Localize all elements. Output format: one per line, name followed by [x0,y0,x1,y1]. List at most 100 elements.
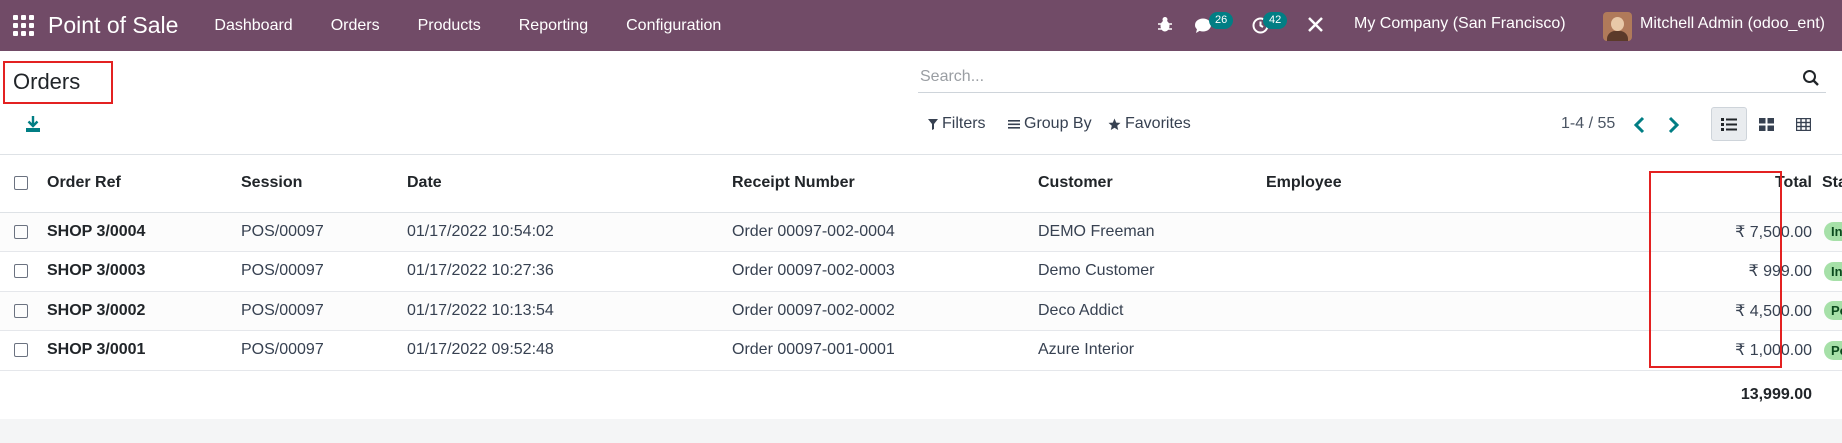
row-checkbox[interactable] [14,264,28,279]
header-status[interactable]: Status [1822,155,1842,213]
header-date[interactable]: Date [407,155,732,213]
totals-spacer [732,370,1038,419]
employee-cell[interactable] [1266,330,1659,371]
pivot-view-button[interactable] [1785,107,1821,141]
pager-previous-icon[interactable] [1631,115,1649,135]
row-checkbox[interactable] [14,303,28,318]
status-badge: Invoiced [1824,222,1842,242]
kanban-view-icon [1758,117,1774,131]
employee-cell[interactable] [1266,212,1659,252]
order-ref-cell[interactable]: SHOP 3/0003 [47,251,241,292]
totals-spacer [1266,370,1659,419]
date-cell[interactable]: 01/17/2022 10:54:02 [407,212,732,252]
row-checkbox[interactable] [14,343,28,358]
header-session[interactable]: Session [241,155,407,213]
status-badge: Posted [1824,301,1842,321]
total-cell[interactable]: ₹ 1,000.00 [1659,330,1822,371]
filters-button[interactable]: Filters [928,115,986,133]
menu-configuration[interactable]: Configuration [626,17,721,35]
group-by-button[interactable]: Group By [1008,115,1092,133]
receipt-cell[interactable]: Order 00097-002-0003 [732,251,1038,292]
menu-reporting[interactable]: Reporting [519,17,588,35]
app-brand[interactable]: Point of Sale [48,12,178,39]
session-cell[interactable]: POS/00097 [241,212,407,252]
table-row[interactable]: SHOP 3/0003 POS/00097 01/17/2022 10:27:3… [0,251,1842,292]
date-cell[interactable]: 01/17/2022 10:13:54 [407,291,732,331]
session-cell[interactable]: POS/00097 [241,251,407,292]
status-cell[interactable]: Invoiced [1822,212,1842,252]
list-view-button[interactable] [1711,107,1747,141]
totals-row: 13,999.00 [0,370,1842,419]
order-ref-cell[interactable]: SHOP 3/0004 [47,212,241,252]
order-ref-cell[interactable]: SHOP 3/0002 [47,291,241,331]
tools-icon[interactable] [1307,16,1324,33]
receipt-cell[interactable]: Order 00097-002-0004 [732,212,1038,252]
total-cell[interactable]: ₹ 4,500.00 [1659,291,1822,331]
receipt-cell[interactable]: Order 00097-001-0001 [732,330,1038,371]
status-cell[interactable]: Posted [1822,291,1842,331]
search-icon[interactable] [1802,69,1820,87]
row-select-cell[interactable] [0,251,47,292]
customer-cell[interactable]: Azure Interior [1038,330,1266,371]
table-row[interactable]: SHOP 3/0004 POS/00097 01/17/2022 10:54:0… [0,212,1842,252]
group-by-label: Group By [1024,115,1092,132]
control-panel: Orders Filters Group By Favorites 1-4 / … [0,51,1842,155]
table-row[interactable]: SHOP 3/0001 POS/00097 01/17/2022 09:52:4… [0,330,1842,371]
row-select-cell[interactable] [0,212,47,252]
menu-orders[interactable]: Orders [331,17,380,35]
select-all-cell[interactable] [0,155,47,213]
status-cell[interactable]: Invoiced [1822,251,1842,292]
header-customer[interactable]: Customer [1038,155,1266,213]
company-switcher[interactable]: My Company (San Francisco) [1354,15,1566,33]
search-input[interactable] [920,68,1780,86]
activities-count-badge: 42 [1263,12,1288,29]
table-view-icon [1795,117,1811,131]
user-menu[interactable]: Mitchell Admin (odoo_ent) [1640,15,1825,33]
pager-value[interactable]: 1-4 / 55 [1561,115,1615,133]
bug-icon[interactable] [1157,16,1173,33]
receipt-cell[interactable]: Order 00097-002-0002 [732,291,1038,331]
customer-cell[interactable]: Deco Addict [1038,291,1266,331]
menu-products[interactable]: Products [418,17,481,35]
order-ref-cell[interactable]: SHOP 3/0001 [47,330,241,371]
top-navbar: Point of Sale Dashboard Orders Products … [0,0,1842,51]
row-select-cell[interactable] [0,330,47,371]
messages-count-badge: 26 [1209,12,1234,29]
header-order-ref[interactable]: Order Ref [47,155,241,213]
orders-list: Order Ref Session Date Receipt Number Cu… [0,155,1842,419]
group-by-icon [1008,120,1020,129]
star-icon [1108,118,1121,130]
apps-menu-icon[interactable] [12,15,34,37]
user-avatar[interactable] [1603,12,1632,41]
status-cell[interactable]: Posted [1822,330,1842,371]
menu-dashboard[interactable]: Dashboard [214,17,292,35]
row-select-cell[interactable] [0,291,47,331]
pager-next-icon[interactable] [1664,115,1682,135]
filters-label: Filters [942,115,986,132]
header-employee[interactable]: Employee [1266,155,1659,213]
total-cell[interactable]: ₹ 7,500.00 [1659,212,1822,252]
search-bar[interactable] [918,63,1826,93]
orders-table: Order Ref Session Date Receipt Number Cu… [0,155,1842,419]
customer-cell[interactable]: Demo Customer [1038,251,1266,292]
session-cell[interactable]: POS/00097 [241,330,407,371]
date-cell[interactable]: 01/17/2022 10:27:36 [407,251,732,292]
session-cell[interactable]: POS/00097 [241,291,407,331]
customer-cell[interactable]: DEMO Freeman [1038,212,1266,252]
header-total[interactable]: Total [1659,155,1822,213]
status-badge: Invoiced [1824,261,1842,281]
status-badge: Posted [1824,340,1842,360]
employee-cell[interactable] [1266,291,1659,331]
kanban-view-button[interactable] [1748,107,1784,141]
total-cell[interactable]: ₹ 999.00 [1659,251,1822,292]
table-row[interactable]: SHOP 3/0002 POS/00097 01/17/2022 10:13:5… [0,291,1842,331]
date-cell[interactable]: 01/17/2022 09:52:48 [407,330,732,371]
download-icon[interactable] [25,115,41,133]
header-receipt-number[interactable]: Receipt Number [732,155,1038,213]
select-all-checkbox[interactable] [14,176,28,191]
row-checkbox[interactable] [14,224,28,239]
favorites-button[interactable]: Favorites [1108,115,1191,133]
totals-spacer [0,370,47,419]
list-view-icon [1721,117,1737,131]
employee-cell[interactable] [1266,251,1659,292]
